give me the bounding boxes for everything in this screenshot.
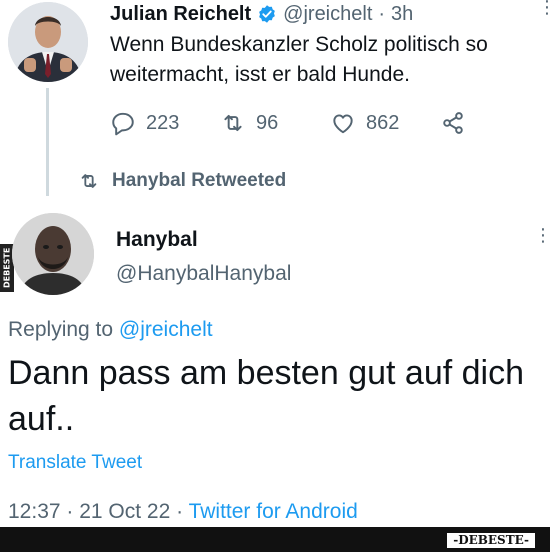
header-separator: ·	[378, 2, 386, 25]
original-more-icon[interactable]: ⋮	[538, 0, 550, 16]
reply-source[interactable]: Twitter for Android	[189, 500, 358, 523]
reply-more-icon[interactable]: ⋮	[534, 226, 550, 244]
original-author-handle[interactable]: @jreichelt	[283, 3, 372, 26]
like-count: 862	[366, 111, 400, 134]
like-icon	[333, 114, 353, 134]
like-button[interactable]: 862	[330, 110, 440, 136]
bottom-watermark: -DEBESTE-	[446, 532, 536, 549]
reply-button[interactable]: 223	[110, 110, 220, 136]
original-tweet-header: Julian Reichelt @jreichelt · 3h	[110, 0, 413, 28]
retweet-banner-icon	[81, 174, 97, 188]
verified-badge-icon	[259, 5, 275, 23]
replying-to-prefix: Replying to	[8, 318, 119, 341]
reply-count: 223	[146, 111, 180, 134]
hanybal-avatar-image	[12, 213, 94, 295]
replying-to-handle[interactable]: @jreichelt	[119, 318, 213, 341]
reply-author-handle[interactable]: @HanybalHanybal	[116, 262, 291, 286]
reichelt-avatar[interactable]	[8, 2, 88, 82]
original-author-name[interactable]: Julian Reichelt	[110, 3, 251, 26]
retweet-button[interactable]: 96	[220, 110, 330, 136]
translate-tweet-link[interactable]: Translate Tweet	[8, 452, 142, 474]
retweet-banner[interactable]: Hanybal Retweeted	[78, 168, 286, 194]
reichelt-avatar-image	[8, 2, 88, 82]
retweet-icon	[224, 114, 242, 132]
share-button[interactable]	[440, 110, 466, 136]
reply-tweet-text: Dann pass am besten gut auf dich auf..	[8, 354, 524, 438]
reply-icon	[112, 112, 134, 136]
share-icon	[443, 112, 463, 134]
original-tweet-text: Wenn Bundeskanzler Scholz politisch so w…	[110, 33, 488, 86]
reply-timestamp-line: 12:37 · 21 Oct 22 · Twitter for Android	[8, 500, 358, 524]
thread-connector-line	[46, 88, 49, 196]
reply-timestamp[interactable]: 12:37 · 21 Oct 22 ·	[8, 500, 189, 523]
retweet-count: 96	[256, 111, 279, 134]
original-time-ago[interactable]: 3h	[391, 3, 413, 26]
reply-author-name[interactable]: Hanybal	[116, 228, 198, 252]
hanybal-avatar[interactable]	[12, 213, 94, 295]
retweet-banner-label: Hanybal Retweeted	[112, 170, 287, 191]
replying-to-line: Replying to @jreichelt	[8, 318, 213, 342]
original-action-bar: 223 96 862	[110, 108, 466, 138]
